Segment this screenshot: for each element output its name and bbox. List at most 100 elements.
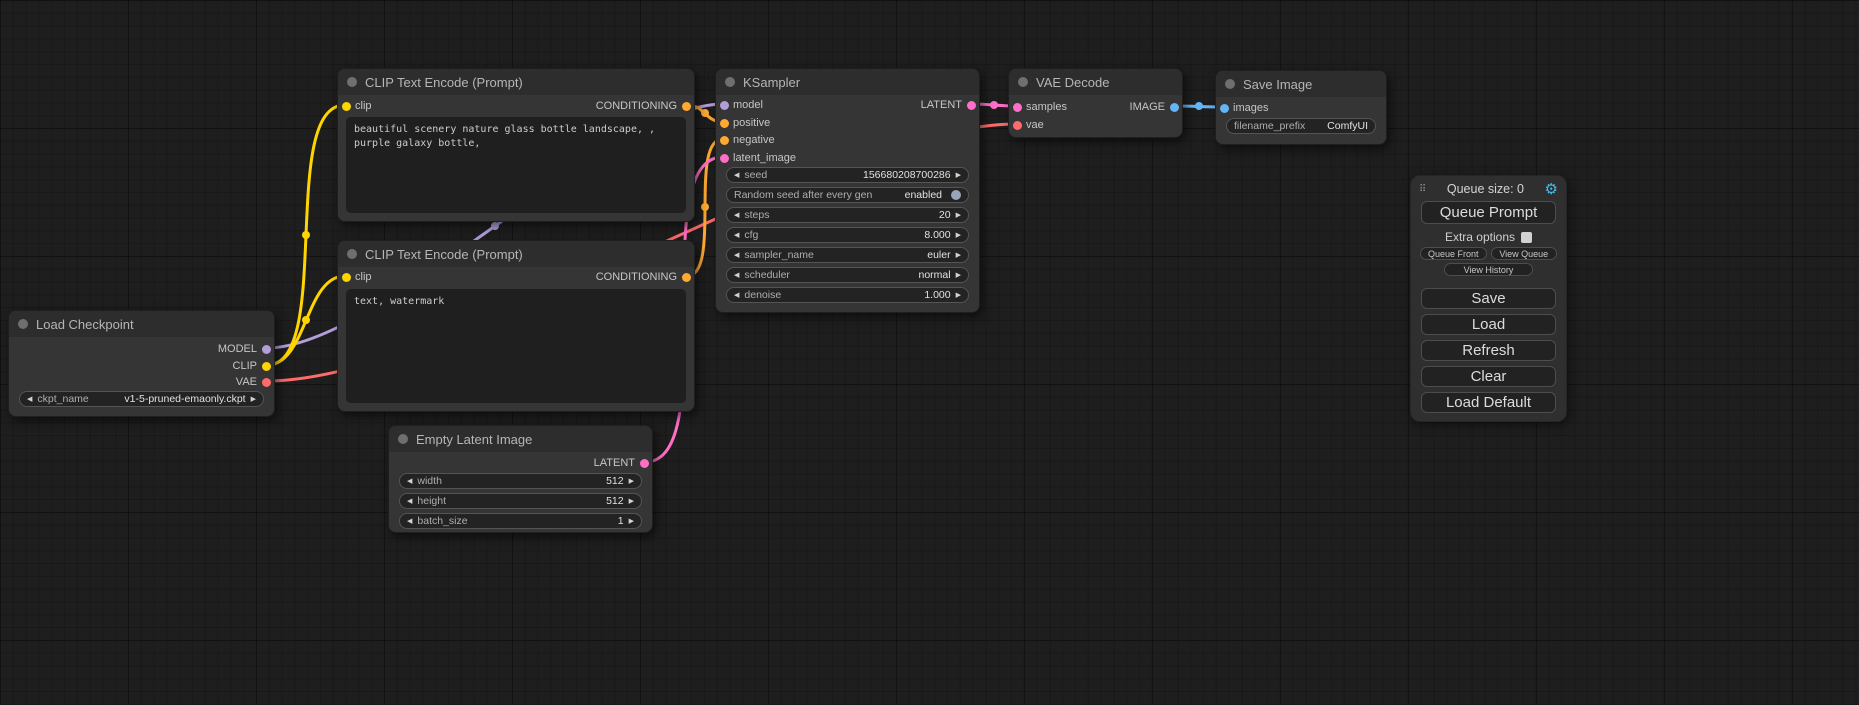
widget-seed[interactable]: ◀ seed 156680208700286 ▶ <box>726 167 969 183</box>
decrement-arrow-icon[interactable]: ◀ <box>407 518 412 525</box>
node-title-bar[interactable]: Empty Latent Image <box>389 426 652 452</box>
decrement-arrow-icon[interactable]: ◀ <box>734 172 739 179</box>
widget-sampler-name[interactable]: ◀ sampler_name euler ▶ <box>726 247 969 263</box>
node-ksampler[interactable]: KSampler model LATENT positive negative … <box>715 68 980 313</box>
widget-width[interactable]: ◀ width 512 ▶ <box>399 473 642 489</box>
increment-arrow-icon[interactable]: ▶ <box>629 498 634 505</box>
collapse-dot-icon[interactable] <box>725 77 735 87</box>
node-empty-latent-image[interactable]: Empty Latent Image LATENT ◀ width 512 ▶ … <box>388 425 653 533</box>
widget-cfg[interactable]: ◀ cfg 8.000 ▶ <box>726 227 969 243</box>
node-clip-text-encode-negative[interactable]: CLIP Text Encode (Prompt) clip CONDITION… <box>337 240 695 412</box>
wire-image-midpoint-dot <box>1195 102 1203 110</box>
model-output-dot[interactable] <box>262 345 271 354</box>
model-input-dot[interactable] <box>720 101 729 110</box>
widget-ckpt-name[interactable]: ◀ ckpt_name v1-5-pruned-emaonly.ckpt ▶ <box>19 391 264 407</box>
refresh-button[interactable]: Refresh <box>1421 340 1556 361</box>
collapse-dot-icon[interactable] <box>347 249 357 259</box>
widget-value: 1.000 <box>924 289 950 301</box>
node-title-bar[interactable]: VAE Decode <box>1009 69 1182 95</box>
decrement-arrow-icon[interactable]: ◀ <box>27 396 32 403</box>
conditioning-output-dot[interactable] <box>682 102 691 111</box>
view-history-button[interactable]: View History <box>1444 263 1533 276</box>
increment-arrow-icon[interactable]: ▶ <box>956 272 961 279</box>
node-title: Save Image <box>1243 77 1312 92</box>
widget-random-seed-toggle[interactable]: Random seed after every gen enabled <box>726 187 969 203</box>
collapse-dot-icon[interactable] <box>18 319 28 329</box>
extra-options-checkbox[interactable] <box>1521 232 1532 243</box>
node-save-image[interactable]: Save Image images filename_prefix ComfyU… <box>1215 70 1387 145</box>
decrement-arrow-icon[interactable]: ◀ <box>734 292 739 299</box>
collapse-dot-icon[interactable] <box>398 434 408 444</box>
decrement-arrow-icon[interactable]: ◀ <box>734 252 739 259</box>
widget-scheduler[interactable]: ◀ scheduler normal ▶ <box>726 267 969 283</box>
latent-output-dot[interactable] <box>967 101 976 110</box>
widget-name: denoise <box>744 289 781 301</box>
slot-row: clip CONDITIONING <box>338 270 694 284</box>
widget-batch-size[interactable]: ◀ batch_size 1 ▶ <box>399 513 642 529</box>
wire-latent-out-midpoint-dot <box>990 101 998 109</box>
widget-height[interactable]: ◀ height 512 ▶ <box>399 493 642 509</box>
widget-denoise[interactable]: ◀ denoise 1.000 ▶ <box>726 287 969 303</box>
latent-output-dot[interactable] <box>640 459 649 468</box>
negative-prompt-textarea[interactable]: text, watermark <box>346 289 686 403</box>
node-title-bar[interactable]: Save Image <box>1216 71 1386 97</box>
vae-input-dot[interactable] <box>1013 121 1022 130</box>
settings-gear-icon[interactable]: ⚙ <box>1545 182 1558 197</box>
decrement-arrow-icon[interactable]: ◀ <box>407 478 412 485</box>
collapse-dot-icon[interactable] <box>1018 77 1028 87</box>
clip-input-dot[interactable] <box>342 273 351 282</box>
slot-label-vae: vae <box>1026 119 1044 131</box>
queue-front-button[interactable]: Queue Front <box>1420 247 1487 260</box>
negative-input-dot[interactable] <box>720 136 729 145</box>
widget-name: steps <box>744 209 769 221</box>
increment-arrow-icon[interactable]: ▶ <box>956 292 961 299</box>
node-title-bar[interactable]: CLIP Text Encode (Prompt) <box>338 69 694 95</box>
decrement-arrow-icon[interactable]: ◀ <box>734 232 739 239</box>
increment-arrow-icon[interactable]: ▶ <box>629 478 634 485</box>
increment-arrow-icon[interactable]: ▶ <box>956 172 961 179</box>
widget-filename-prefix[interactable]: filename_prefix ComfyUI <box>1226 118 1376 134</box>
decrement-arrow-icon[interactable]: ◀ <box>734 272 739 279</box>
widget-name: Random seed after every gen <box>734 189 872 201</box>
node-title: CLIP Text Encode (Prompt) <box>365 247 523 262</box>
vae-output-dot[interactable] <box>262 378 271 387</box>
increment-arrow-icon[interactable]: ▶ <box>251 396 256 403</box>
widget-value: 1 <box>618 515 624 527</box>
node-vae-decode[interactable]: VAE Decode samples IMAGE vae <box>1008 68 1183 138</box>
decrement-arrow-icon[interactable]: ◀ <box>407 498 412 505</box>
node-title-bar[interactable]: CLIP Text Encode (Prompt) <box>338 241 694 267</box>
node-title-bar[interactable]: Load Checkpoint <box>9 311 274 337</box>
images-input-dot[interactable] <box>1220 104 1229 113</box>
increment-arrow-icon[interactable]: ▶ <box>956 212 961 219</box>
image-output-dot[interactable] <box>1170 103 1179 112</box>
collapse-dot-icon[interactable] <box>1225 79 1235 89</box>
save-button[interactable]: Save <box>1421 288 1556 309</box>
load-button[interactable]: Load <box>1421 314 1556 335</box>
clip-output-dot[interactable] <box>262 362 271 371</box>
slot-label-latent: LATENT <box>594 457 635 469</box>
node-clip-text-encode-positive[interactable]: CLIP Text Encode (Prompt) clip CONDITION… <box>337 68 695 222</box>
node-graph-canvas[interactable]: Load Checkpoint MODEL CLIP VAE ◀ ckpt_na… <box>0 0 1859 705</box>
latent-image-input-dot[interactable] <box>720 154 729 163</box>
slot-label-conditioning: CONDITIONING <box>596 271 677 283</box>
widget-name: width <box>417 475 442 487</box>
positive-prompt-textarea[interactable]: beautiful scenery nature glass bottle la… <box>346 117 686 213</box>
toggle-knob-icon[interactable] <box>951 190 961 200</box>
clear-button[interactable]: Clear <box>1421 366 1556 387</box>
collapse-dot-icon[interactable] <box>347 77 357 87</box>
increment-arrow-icon[interactable]: ▶ <box>629 518 634 525</box>
queue-prompt-button[interactable]: Queue Prompt <box>1421 201 1556 224</box>
view-queue-button[interactable]: View Queue <box>1491 247 1558 260</box>
conditioning-output-dot[interactable] <box>682 273 691 282</box>
node-title-bar[interactable]: KSampler <box>716 69 979 95</box>
increment-arrow-icon[interactable]: ▶ <box>956 252 961 259</box>
positive-input-dot[interactable] <box>720 119 729 128</box>
widget-steps[interactable]: ◀ steps 20 ▶ <box>726 207 969 223</box>
clip-input-dot[interactable] <box>342 102 351 111</box>
load-default-button[interactable]: Load Default <box>1421 392 1556 413</box>
samples-input-dot[interactable] <box>1013 103 1022 112</box>
increment-arrow-icon[interactable]: ▶ <box>956 232 961 239</box>
decrement-arrow-icon[interactable]: ◀ <box>734 212 739 219</box>
node-load-checkpoint[interactable]: Load Checkpoint MODEL CLIP VAE ◀ ckpt_na… <box>8 310 275 417</box>
drag-handle-icon[interactable]: ⠿ <box>1419 184 1426 195</box>
